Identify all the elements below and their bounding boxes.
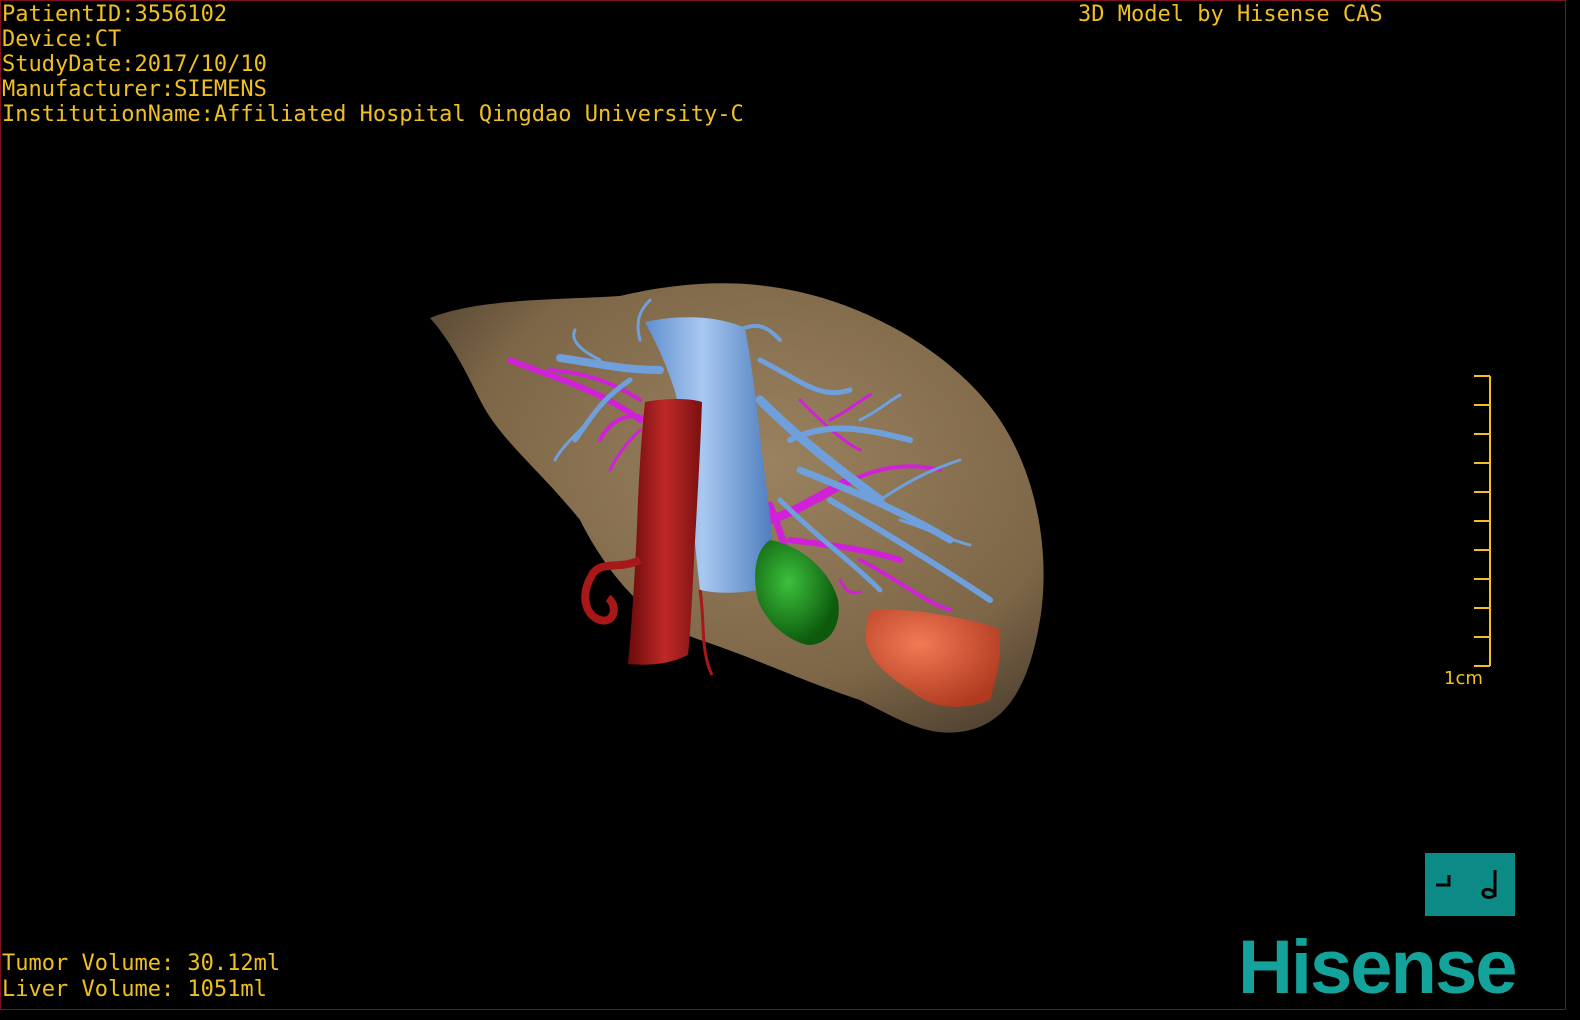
manufacturer-text: Manufacturer:SIEMENS xyxy=(2,77,267,102)
institution-text: InstitutionName:Affiliated Hospital Qing… xyxy=(2,102,744,127)
liver-volume-text: Liver Volume: 1051ml xyxy=(2,977,267,1002)
tumor-volume-text: Tumor Volume: 30.12ml xyxy=(2,951,281,976)
model-credit-text: 3D Model by Hisense CAS xyxy=(1078,2,1383,27)
posterior-left-orientation-icon[interactable] xyxy=(1425,853,1515,916)
device-text: Device:CT xyxy=(2,27,122,52)
liver-3d-model[interactable] xyxy=(0,0,1566,1010)
scale-bar xyxy=(1474,375,1491,667)
patient-id-text: PatientID:3556102 xyxy=(2,2,228,27)
study-info-panel: PatientID:3556102 Device:CT StudyDate:20… xyxy=(2,2,744,127)
hisense-logo: Hisense xyxy=(1238,925,1517,1010)
volume-readout: Tumor Volume: 30.12ml Liver Volume: 1051… xyxy=(2,951,280,1003)
study-date-text: StudyDate:2017/10/10 xyxy=(2,52,267,77)
scale-bar-label: 1cm xyxy=(1444,668,1483,689)
